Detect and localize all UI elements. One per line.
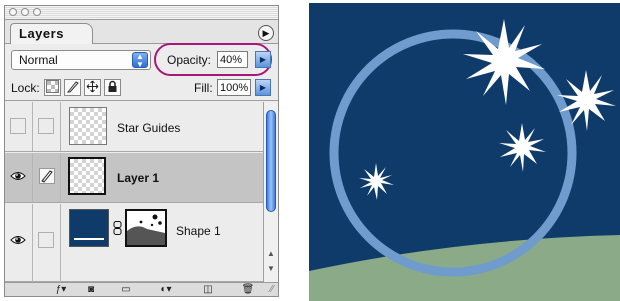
chain-link-icon[interactable] [113,221,122,235]
vector-mask-thumbnail [125,209,167,247]
link-cell[interactable] [33,204,61,282]
palette-titlebar[interactable] [5,6,278,20]
scroll-up-arrow-icon[interactable]: ▲ [267,249,275,258]
close-window-icon[interactable] [9,8,17,16]
opacity-input[interactable]: 40% [217,51,248,68]
palette-menu-icon[interactable]: ▶ [258,25,274,41]
layer-thumbnail [69,107,107,145]
new-group-folder-icon[interactable]: ▭ [115,283,137,296]
delete-layer-trash-icon[interactable]: 🗑 [237,283,259,296]
tab-layers[interactable]: Layers [10,23,93,45]
link-cell[interactable] [33,102,61,151]
link-cell[interactable] [33,153,61,202]
add-mask-icon[interactable]: ◙ [80,283,102,296]
fill-slider-arrow-icon[interactable]: ▶ [255,79,271,96]
opacity-slider-arrow-icon[interactable]: ▶ [255,51,271,68]
layer-row-shape-1[interactable]: Shape 1 [5,204,263,282]
lock-label: Lock: [11,81,40,95]
layer-name[interactable]: Layer 1 [117,171,159,185]
resize-grip-icon[interactable]: ⁄⁄ [261,283,278,296]
eye-icon[interactable] [10,234,26,246]
layer-row-star-guides[interactable]: Star Guides [5,102,263,152]
new-layer-icon[interactable]: ◫ [197,283,219,296]
layers-palette: Layers ▶ Normal ▲ ▼ Opacity: 40% ▶ Lock: … [4,5,279,297]
link-empty-box[interactable] [38,232,54,248]
layer-name[interactable]: Shape 1 [176,224,221,238]
link-empty-box[interactable] [38,118,54,134]
minimize-window-icon[interactable] [21,8,29,16]
lock-transparency-icon[interactable] [44,79,61,96]
layer-name[interactable]: Star Guides [117,121,180,135]
layer-thumbnail [68,157,106,195]
scrollbar-thumb[interactable] [266,110,276,212]
scroll-down-arrow-icon[interactable]: ▼ [267,264,275,273]
blend-mode-select[interactable]: Normal [11,50,151,70]
brush-icon[interactable] [39,168,55,184]
opacity-label: Opacity: [167,53,212,67]
lock-pixels-brush-icon[interactable] [64,79,81,96]
document-canvas[interactable] [309,3,620,301]
zoom-window-icon[interactable] [33,8,41,16]
visibility-empty-box[interactable] [10,118,26,134]
fill-label: Fill: [194,81,213,95]
adjustment-layer-icon[interactable]: ◐▾ [155,283,177,296]
blend-mode-stepper-icon[interactable]: ▲ ▼ [132,52,148,69]
visibility-cell[interactable] [5,153,33,202]
fill-color-thumbnail [69,209,109,247]
fill-color-underline [74,238,104,240]
lock-all-icon[interactable] [104,79,121,96]
lock-position-move-icon[interactable] [84,79,101,96]
visibility-cell[interactable] [5,102,33,151]
layer-row-layer-1[interactable]: Layer 1 [5,153,263,203]
layer-style-icon[interactable]: ƒ▾ [50,283,72,296]
fill-input[interactable]: 100% [217,79,251,96]
eye-icon[interactable] [10,170,26,182]
visibility-cell[interactable] [5,204,33,282]
